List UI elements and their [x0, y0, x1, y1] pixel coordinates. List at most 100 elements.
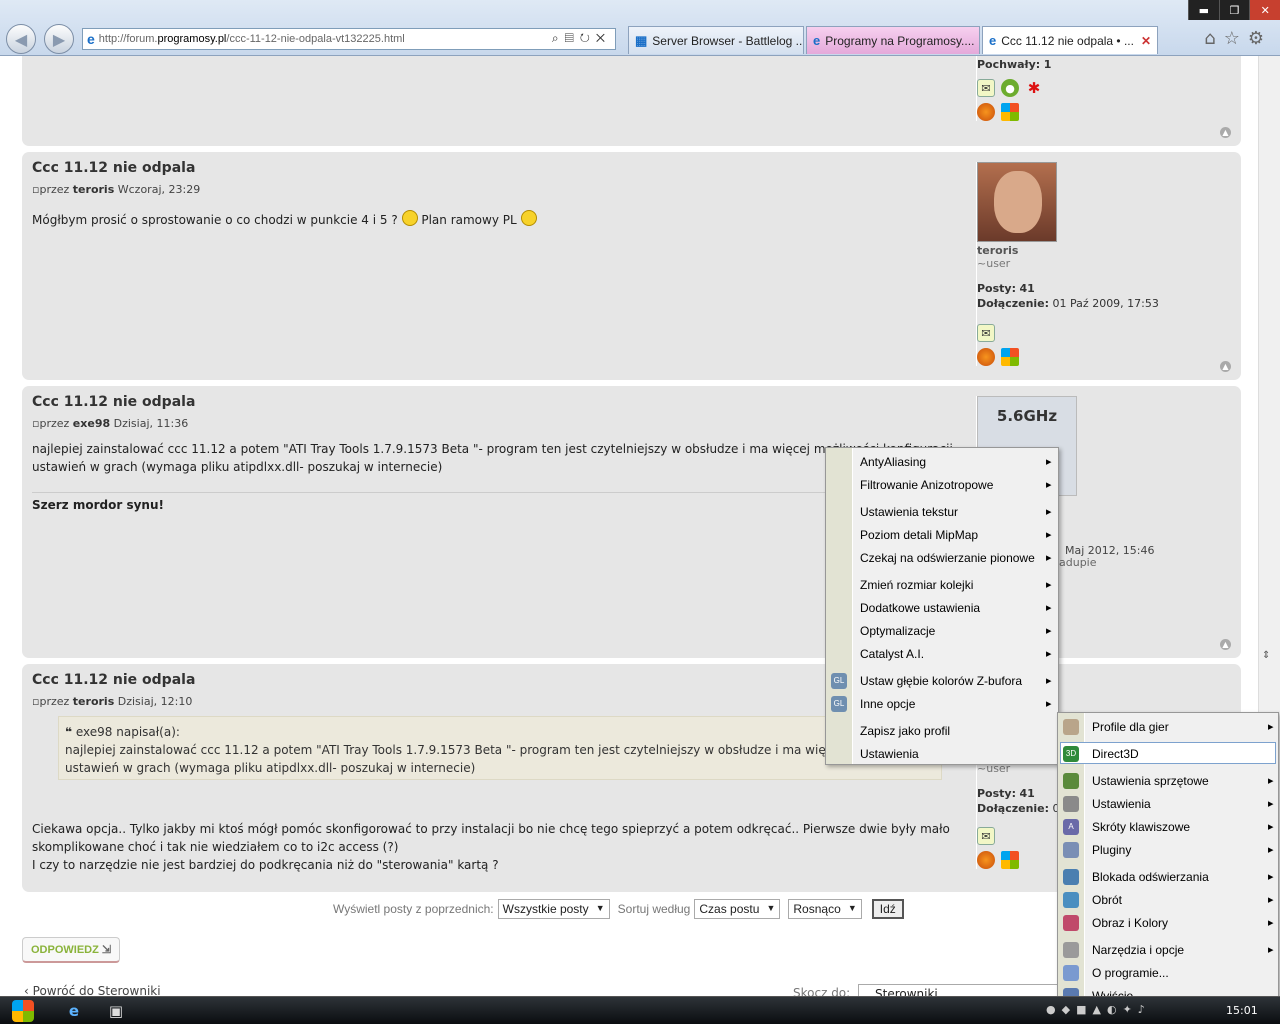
tab-active-thread[interactable]: e Ccc 11.12 nie odpala • ... ✕	[982, 26, 1158, 54]
tray-icon[interactable]: ✦	[1123, 1003, 1138, 1016]
clock[interactable]: 15:01	[1226, 1004, 1258, 1017]
close-window-button[interactable]: ✕	[1249, 0, 1280, 20]
tray-icon[interactable]: ◆	[1062, 1003, 1076, 1016]
compat-icon[interactable]: ▤	[565, 31, 580, 45]
info-icon	[1063, 965, 1079, 981]
address-controls[interactable]: ⌕▤↻✕	[552, 31, 611, 46]
menu-item[interactable]: Zapisz jako profil	[860, 721, 950, 741]
tools-icon	[1063, 796, 1079, 812]
post-author[interactable]: teroris	[73, 695, 114, 708]
ie-icon: e	[87, 31, 95, 47]
menu-item[interactable]: Blokada odświerzania	[1092, 867, 1273, 887]
back-button[interactable]: ◀	[6, 24, 36, 54]
url-path: /ccc-11-12-nie-odpala-vt132225.html	[226, 33, 405, 45]
app-taskbar-icon[interactable]: ▣	[104, 1000, 128, 1022]
tab-programosy[interactable]: e Programy na Programosy....	[806, 26, 980, 54]
menu-item[interactable]: Direct3D	[1092, 744, 1139, 764]
by-label: przez	[39, 417, 70, 430]
go-button[interactable]: Idź	[871, 899, 904, 919]
arrow-right-icon: ▶	[52, 29, 66, 49]
menu-item[interactable]: Skróty klawiszowe	[1092, 817, 1274, 837]
post-title[interactable]: Ccc 11.12 nie odpala	[32, 394, 195, 410]
post-title[interactable]: Ccc 11.12 nie odpala	[32, 672, 195, 688]
close-tab-icon[interactable]: ✕	[1141, 34, 1151, 48]
menu-item[interactable]: Narzędzia i opcje	[1092, 940, 1274, 960]
refresh-icon[interactable]: ↻	[580, 31, 596, 45]
scroll-top-icon[interactable]: ▲	[1220, 361, 1231, 372]
post-text: najlepiej zainstalować ccc 11.12 a potem…	[32, 442, 953, 456]
menu-item[interactable]: Czekaj na odświerzanie pionowe	[860, 548, 1051, 568]
scroll-top-icon[interactable]: ▲	[1220, 127, 1231, 138]
post-author[interactable]: exe98	[73, 417, 110, 430]
search-icon[interactable]: ⌕	[552, 31, 565, 45]
menu-item[interactable]: Ustawienia tekstur	[860, 502, 1052, 522]
menu-item[interactable]: Ustawienia sprzętowe	[1092, 771, 1273, 791]
minimize-button[interactable]: ▬	[1188, 0, 1219, 20]
tray-icon[interactable]: ▲	[1092, 1003, 1106, 1016]
home-icon[interactable]: ⌂	[1204, 28, 1223, 49]
stat-label: Posty:	[977, 787, 1016, 800]
back-to-forum-link[interactable]: ‹ Powróć do Sterowniki	[24, 984, 161, 996]
menu-item[interactable]: Catalyst A.I.	[860, 644, 1052, 664]
tray-icon[interactable]: ◐	[1107, 1003, 1123, 1016]
mail-icon[interactable]: ✉	[977, 79, 995, 97]
direct3d-submenu: AntyAliasing Filtrowanie Anizotropowe Usta…	[825, 447, 1059, 765]
menu-item[interactable]: Zmień rozmiar kolejki	[860, 575, 1052, 595]
tray-icon[interactable]: ■	[1076, 1003, 1092, 1016]
stop-icon[interactable]: ✕	[596, 31, 611, 45]
firefox-icon	[977, 103, 995, 121]
mail-icon[interactable]: ✉	[977, 827, 995, 845]
profile-username[interactable]: teroris	[977, 244, 1226, 257]
ie-taskbar-icon[interactable]: e	[62, 1000, 86, 1022]
menu-item[interactable]: Ustaw głębie kolorów Z-bufora	[860, 671, 1052, 691]
menu-item[interactable]: Dodatkowe ustawienia	[860, 598, 1052, 618]
menu-item[interactable]: Ustawienia	[1092, 794, 1273, 814]
url-prefix: http://forum.	[98, 33, 158, 45]
avatar	[977, 162, 1057, 242]
show-posts-select[interactable]: Wszystkie posty	[497, 899, 610, 919]
chevron-left-icon: ‹	[24, 984, 29, 996]
menu-item[interactable]: Poziom detali MipMap	[860, 525, 1052, 545]
ie-icon: e	[813, 33, 821, 48]
menu-gutter	[826, 448, 853, 764]
post-text: I czy to narzędzie nie jest bardziej do …	[32, 858, 499, 872]
sort-order-select[interactable]: Rosnąco	[788, 899, 862, 919]
menu-item[interactable]: Obraz i Kolory	[1092, 913, 1274, 933]
menu-item[interactable]: Optymalizacje	[860, 621, 1052, 641]
menu-item[interactable]: AntyAliasing	[860, 452, 1052, 472]
jump-select[interactable]: Sterowniki	[858, 984, 1058, 996]
show-label: Wyświetl posty z poprzednich:	[333, 902, 494, 916]
sort-key-select[interactable]: Czas postu	[694, 899, 781, 919]
tab-battlelog[interactable]: ▦ Server Browser - Battlelog ...	[628, 26, 804, 54]
menu-item[interactable]: O programie...	[1092, 963, 1169, 983]
scroll-handle-icon[interactable]: ⇕	[1262, 650, 1270, 661]
menu-item[interactable]: Ustawienia	[860, 744, 919, 764]
menu-item[interactable]: Profile dla gier	[1092, 717, 1273, 737]
menu-item[interactable]: Obrót	[1092, 890, 1274, 910]
maximize-button[interactable]: ❐	[1218, 0, 1250, 20]
start-button[interactable]	[12, 1000, 34, 1022]
forward-button[interactable]: ▶	[44, 24, 74, 54]
menu-item[interactable]: Filtrowanie Anizotropowe	[860, 475, 1052, 495]
tab-favicon-icon: ▦	[635, 32, 648, 48]
mail-icon[interactable]: ✉	[977, 324, 995, 342]
post-text: ustawień w grach (wymaga pliku atipdlxx.…	[32, 460, 443, 474]
post-author[interactable]: teroris	[73, 183, 114, 196]
gear-icon[interactable]: ⚙	[1248, 28, 1272, 49]
volume-icon[interactable]: ♪	[1138, 1003, 1151, 1016]
menu-item[interactable]: Pluginy	[1092, 840, 1275, 860]
star-icon[interactable]: ☆	[1224, 28, 1248, 49]
agent-icons	[977, 103, 1226, 121]
url-domain: programosy.pl	[157, 33, 227, 45]
by-label: przez	[39, 695, 70, 708]
menu-item[interactable]: Inne opcje	[860, 694, 1053, 714]
post-title[interactable]: Ccc 11.12 nie odpala	[32, 160, 195, 176]
toolbar-icons: ⌂☆⚙	[1204, 28, 1272, 49]
address-bar[interactable]: e http://forum. programosy.pl/ccc-11-12-n…	[82, 28, 616, 50]
gg-icon[interactable]: ✱	[1025, 79, 1043, 97]
tray-icon[interactable]: ●	[1046, 1003, 1062, 1016]
scroll-top-icon[interactable]: ▲	[1220, 639, 1231, 650]
reply-button[interactable]: ODPOWIEDZ ⇲	[22, 937, 121, 963]
website-icon[interactable]: ●	[1001, 79, 1019, 97]
quote-text: ustawień w grach (wymaga pliku atipdlxx.…	[65, 761, 476, 775]
